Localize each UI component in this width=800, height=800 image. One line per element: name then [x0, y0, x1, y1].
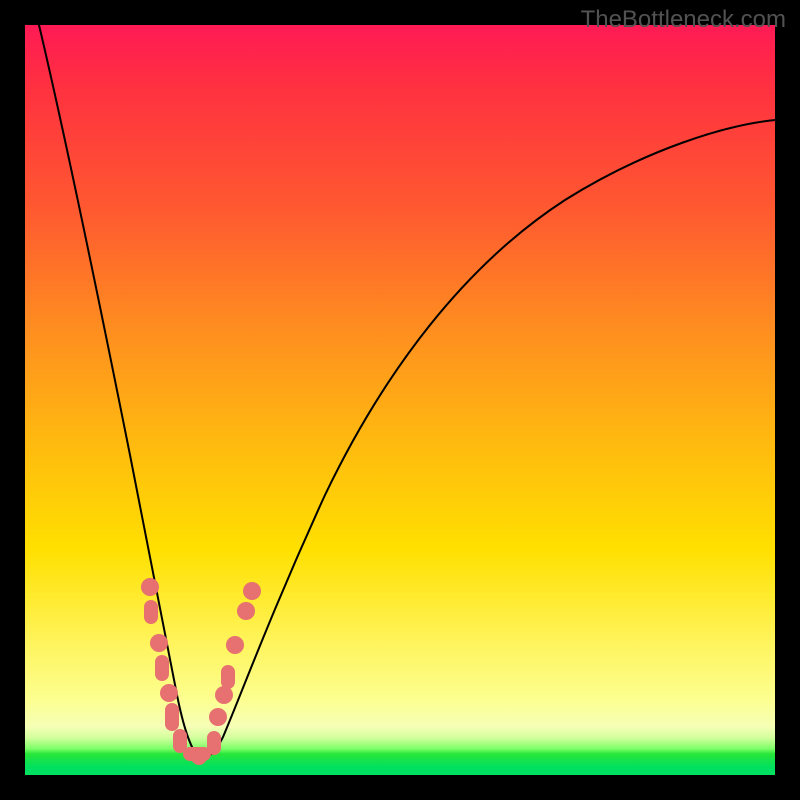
plot-area: [25, 25, 775, 775]
chart-frame: TheBottleneck.com: [0, 0, 800, 800]
curve-right-branch: [198, 120, 775, 758]
curve-left-branch: [39, 25, 198, 757]
curve-layer: [25, 25, 775, 775]
